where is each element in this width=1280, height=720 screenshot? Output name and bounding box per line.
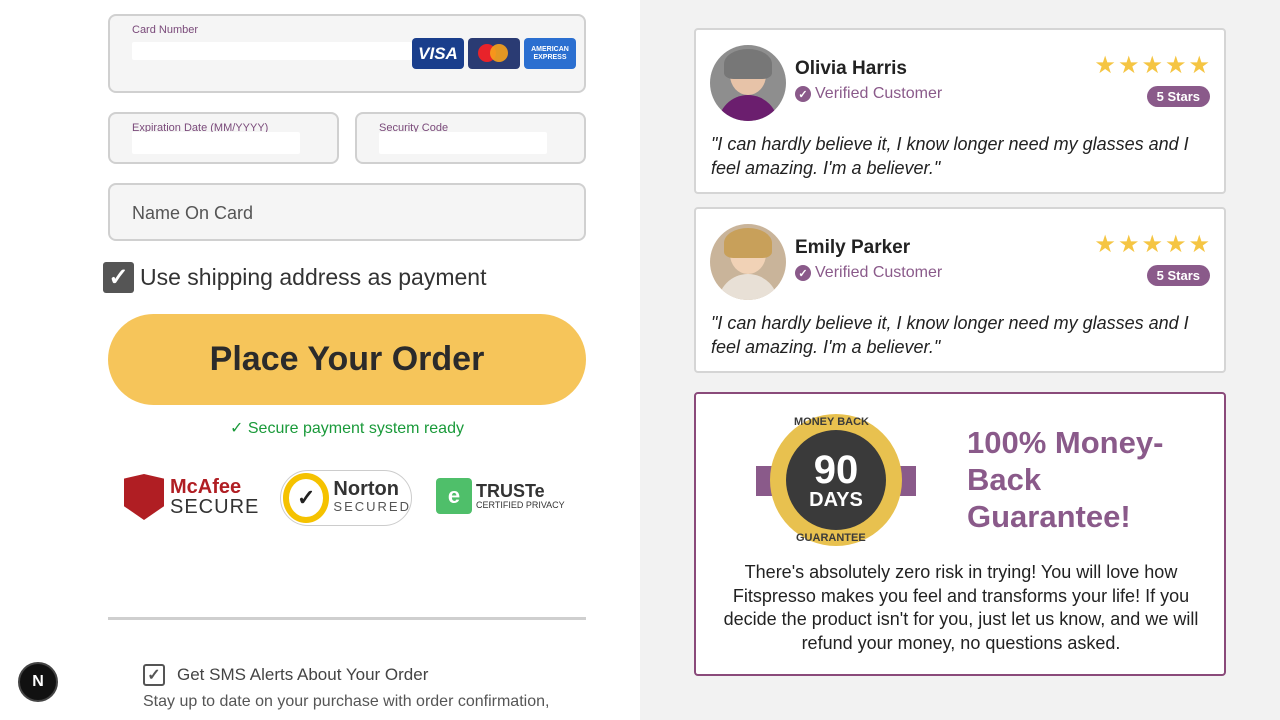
- review-card: Olivia Harris ✓ Verified Customer ★ ★ ★ …: [694, 28, 1226, 194]
- expiration-date-field[interactable]: Expiration Date (MM/YYYY): [108, 112, 339, 164]
- norton-brand: Norton: [333, 478, 399, 500]
- card-number-field[interactable]: Card Number VISA AMERICAN EXPRESS: [108, 14, 586, 93]
- expiration-date-input[interactable]: [132, 132, 300, 154]
- sms-alerts-description: Stay up to date on your purchase with or…: [143, 693, 550, 710]
- verified-label: Verified Customer: [815, 85, 943, 102]
- seal-center: 90 DAYS: [786, 430, 886, 530]
- star-icon: ★: [1094, 231, 1116, 258]
- avatar: [710, 224, 786, 300]
- norton-check-icon: ✓: [283, 473, 330, 523]
- use-shipping-label[interactable]: Use shipping address as payment: [140, 264, 486, 291]
- truste-certified-text: CERTIFIED PRIVACY: [476, 500, 565, 510]
- security-code-field[interactable]: Security Code: [355, 112, 586, 164]
- mcafee-secure-badge: McAfee SECURE: [124, 474, 259, 520]
- security-code-input[interactable]: [379, 132, 547, 154]
- stars-badge: 5 Stars: [1146, 86, 1210, 107]
- sms-alerts-label[interactable]: Get SMS Alerts About Your Order: [177, 665, 428, 685]
- star-icon: ★: [1164, 52, 1187, 79]
- section-divider: [108, 617, 586, 620]
- money-back-guarantee: MONEY BACK 90 DAYS GUARANTEE 100% Money-…: [694, 392, 1226, 676]
- payment-column: Card Number VISA AMERICAN EXPRESS Expira…: [0, 0, 640, 720]
- star-icon: ★: [1141, 231, 1163, 258]
- star-icon: ★: [1164, 231, 1187, 258]
- verified-label: Verified Customer: [815, 264, 943, 281]
- place-order-button[interactable]: Place Your Order: [108, 314, 586, 405]
- card-number-input[interactable]: [132, 42, 412, 60]
- star-rating: ★ ★ ★ ★ ★: [1094, 54, 1210, 78]
- secure-payment-message: ✓ Secure payment system ready: [230, 420, 464, 437]
- avatar: [710, 45, 786, 121]
- visa-icon: VISA: [412, 38, 464, 69]
- guarantee-title: 100% Money-Back Guarantee!: [967, 425, 1164, 534]
- verified-check-icon: ✓: [795, 86, 811, 102]
- reviewer-name: Olivia Harris: [795, 58, 907, 79]
- seal-days: DAYS: [809, 489, 863, 511]
- star-icon: ★: [1117, 231, 1140, 258]
- mcafee-secure-text: SECURE: [170, 496, 260, 518]
- star-icon: ★: [1188, 231, 1210, 258]
- stars-badge: 5 Stars: [1146, 265, 1210, 286]
- card-logos: VISA AMERICAN EXPRESS: [412, 38, 576, 69]
- mastercard-icon: [468, 38, 520, 69]
- review-quote: "I can hardly believe it, I know longer …: [711, 313, 1189, 357]
- card-number-label: Card Number: [132, 24, 199, 36]
- review-quote: "I can hardly believe it, I know longer …: [711, 134, 1189, 178]
- truste-badge: e TRUSTe CERTIFIED PRIVACY: [436, 478, 565, 514]
- guarantee-text: There's absolutely zero risk in trying! …: [723, 562, 1199, 653]
- norton-secured-badge: ✓ Norton SECURED: [280, 470, 412, 526]
- sms-alerts-checkbox[interactable]: ✓: [143, 664, 165, 686]
- verified-customer: ✓ Verified Customer: [795, 264, 942, 282]
- mcafee-shield-icon: [124, 474, 164, 520]
- reviews-column: Olivia Harris ✓ Verified Customer ★ ★ ★ …: [640, 0, 1280, 720]
- star-icon: ★: [1094, 52, 1116, 79]
- name-on-card-field[interactable]: Name On Card: [108, 183, 586, 241]
- sms-alerts-row[interactable]: ✓ Get SMS Alerts About Your Order: [143, 664, 428, 686]
- trust-badges: McAfee SECURE ✓ Norton SECURED e TRUSTe …: [118, 466, 578, 530]
- 90-day-guarantee-seal-icon: MONEY BACK 90 DAYS GUARANTEE: [756, 414, 916, 550]
- star-icon: ★: [1117, 52, 1140, 79]
- use-shipping-checkbox-row[interactable]: ✓ Use shipping address as payment: [103, 262, 486, 293]
- seal-bottom-text: GUARANTEE: [796, 532, 866, 544]
- star-icon: ★: [1188, 52, 1210, 79]
- seal-number: 90: [813, 448, 859, 492]
- mcafee-brand: McAfee: [170, 476, 242, 498]
- next-dev-indicator-button[interactable]: N: [18, 662, 58, 702]
- name-on-card-placeholder: Name On Card: [132, 203, 254, 223]
- seal-top-text: MONEY BACK: [794, 416, 869, 428]
- star-rating: ★ ★ ★ ★ ★: [1094, 233, 1210, 257]
- star-icon: ★: [1141, 52, 1163, 79]
- truste-icon: e: [436, 478, 472, 514]
- truste-brand: TRUSTe: [476, 481, 545, 501]
- reviewer-name: Emily Parker: [795, 237, 911, 258]
- verified-customer: ✓ Verified Customer: [795, 85, 942, 103]
- amex-icon: AMERICAN EXPRESS: [524, 38, 576, 69]
- verified-check-icon: ✓: [795, 265, 811, 281]
- use-shipping-checkbox[interactable]: ✓: [103, 262, 134, 293]
- review-card: Emily Parker ✓ Verified Customer ★ ★ ★ ★…: [694, 207, 1226, 373]
- norton-secured-text: SECURED: [333, 499, 411, 514]
